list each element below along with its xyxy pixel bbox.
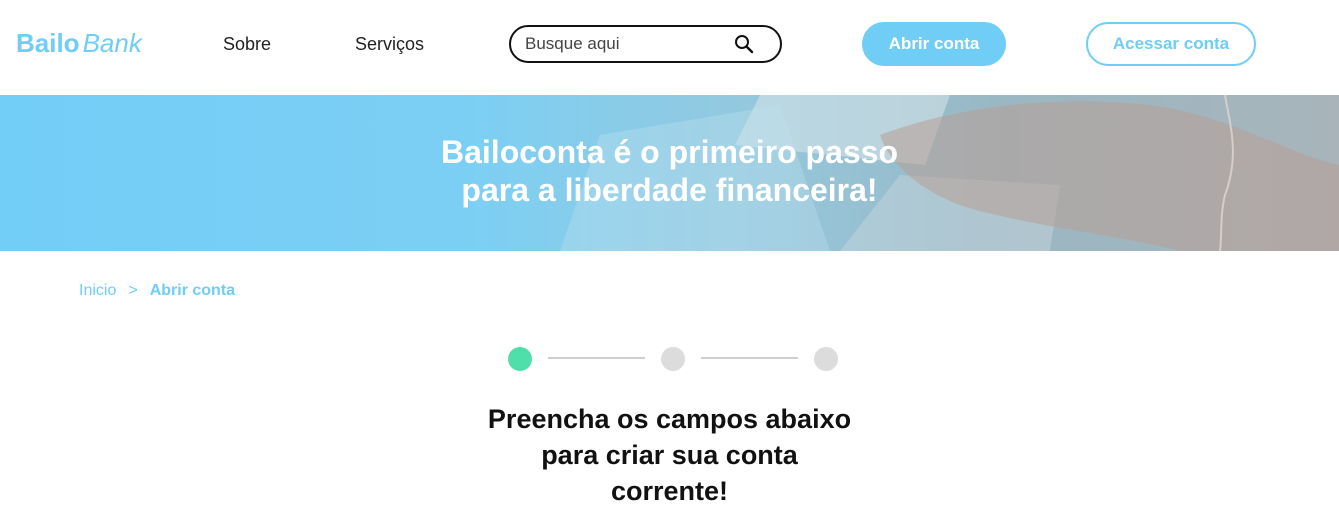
nav-link-servicos[interactable]: Serviços bbox=[355, 33, 424, 55]
breadcrumb-current: Abrir conta bbox=[149, 282, 236, 299]
form-heading-line-3: corrente! bbox=[610, 476, 729, 506]
nav-link-sobre[interactable]: Sobre bbox=[223, 33, 271, 55]
step-connector-1 bbox=[548, 357, 645, 359]
step-connector-2 bbox=[701, 357, 798, 359]
breadcrumb: Inicio > Abrir conta bbox=[79, 281, 235, 301]
breadcrumb-separator: > bbox=[128, 282, 138, 299]
search-icon[interactable] bbox=[734, 34, 754, 54]
access-account-button[interactable]: Acessar conta bbox=[1086, 22, 1256, 66]
step-3-indicator bbox=[814, 347, 838, 371]
hero-title-line-1: Bailoconta é o primeiro passo bbox=[441, 134, 898, 170]
site-header: BailoBank Sobre Serviços Abrir conta Ace… bbox=[0, 0, 1339, 95]
open-account-button[interactable]: Abrir conta bbox=[862, 22, 1006, 66]
form-heading: Preencha os campos abaixo para criar sua… bbox=[0, 401, 1339, 509]
step-2-indicator bbox=[661, 347, 685, 371]
hero-title-line-2: para a liberdade financeira! bbox=[461, 172, 878, 208]
logo-part-bailo: Bailo bbox=[16, 28, 80, 58]
step-1-indicator bbox=[508, 347, 532, 371]
bailo-bank-logo[interactable]: Bailo Bank bbox=[16, 28, 142, 58]
breadcrumb-home-link[interactable]: Inicio bbox=[79, 282, 116, 299]
search-box bbox=[509, 25, 782, 63]
form-heading-line-1: Preencha os campos abaixo bbox=[487, 404, 852, 434]
form-heading-line-2: para criar sua conta bbox=[541, 440, 798, 470]
hero-banner: Bailoconta é o primeiro passo para a lib… bbox=[0, 95, 1339, 251]
logo-part-bank: Bank bbox=[82, 28, 142, 58]
hero-title: Bailoconta é o primeiro passo para a lib… bbox=[0, 133, 1339, 209]
search-input[interactable] bbox=[525, 33, 735, 55]
